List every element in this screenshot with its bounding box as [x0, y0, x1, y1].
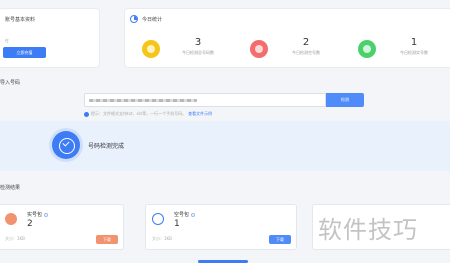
question-icon[interactable] — [191, 212, 196, 217]
stat-empty-value: 2 — [302, 37, 310, 48]
hint-text: 提示：文件格式支持txt、xls等，一行一个手机号码。 — [91, 111, 187, 116]
empty-package-name: 空号包 — [174, 211, 196, 218]
recharge-button[interactable]: 立即充值 — [3, 47, 46, 58]
stat-real: 1 今日检测实号数 — [349, 33, 449, 63]
stats-header: 今日统计 — [130, 15, 162, 23]
stat-total: 3 今日检测总号码数 — [133, 33, 233, 63]
stats-title: 今日统计 — [142, 16, 163, 23]
result-card-real: 实号包 2 大小：1KB 下载 — [0, 204, 124, 250]
stat-real-value: 1 — [410, 37, 418, 48]
complete-text: 号码检测完成 — [88, 143, 125, 150]
empty-package-size: 大小：1KB — [152, 236, 172, 241]
profile-sub: 在 — [5, 38, 9, 43]
detection-complete-banner: 号码检测完成 — [0, 121, 450, 171]
stat-total-label: 今日检测总号码数 — [182, 50, 214, 55]
import-hint: 提示：文件格式支持txt、xls等，一行一个手机号码。 查看文件示例 — [84, 111, 212, 117]
example-file-link[interactable]: 查看文件示例 — [188, 111, 212, 117]
real-package-name: 实号包 — [27, 211, 49, 218]
total-circle-icon — [142, 40, 160, 58]
stat-real-label: 今日检测实号数 — [400, 50, 428, 55]
import-title: 导入号码 — [0, 80, 21, 86]
stat-empty: 2 今日检测空号数 — [241, 33, 341, 63]
phone-number-input[interactable] — [84, 93, 326, 107]
stat-total-value: 3 — [194, 37, 202, 48]
real-circle-icon — [358, 40, 376, 58]
info-icon — [84, 111, 89, 117]
watermark-text: 软件技巧 — [318, 216, 418, 244]
question-icon[interactable] — [44, 212, 49, 217]
profile-card: 账号基本资料 在 立即充值 — [0, 8, 100, 68]
download-real-button[interactable]: 下载 — [96, 235, 118, 244]
results-title: 检测结果 — [0, 185, 21, 191]
empty-package-count: 1 — [174, 219, 180, 229]
stat-empty-label: 今日检测空号数 — [292, 50, 320, 55]
real-package-icon — [5, 213, 17, 225]
check-circle-icon — [52, 131, 80, 159]
real-package-size: 大小：1KB — [5, 236, 25, 241]
search-icon — [152, 213, 164, 225]
detect-button[interactable]: 检测 — [326, 93, 364, 107]
today-stats-card: 今日统计 3 今日检测总号码数 2 今日检测空号数 1 今日检测实号数 — [124, 8, 450, 68]
empty-circle-icon — [250, 40, 268, 58]
real-package-count: 2 — [27, 219, 33, 229]
result-card-empty: 空号包 1 大小：1KB 下载 — [145, 204, 297, 250]
profile-title: 账号基本资料 — [5, 17, 36, 23]
pie-chart-icon — [130, 15, 138, 23]
blurred-input-value — [89, 99, 197, 102]
download-empty-button[interactable]: 下载 — [269, 235, 291, 244]
